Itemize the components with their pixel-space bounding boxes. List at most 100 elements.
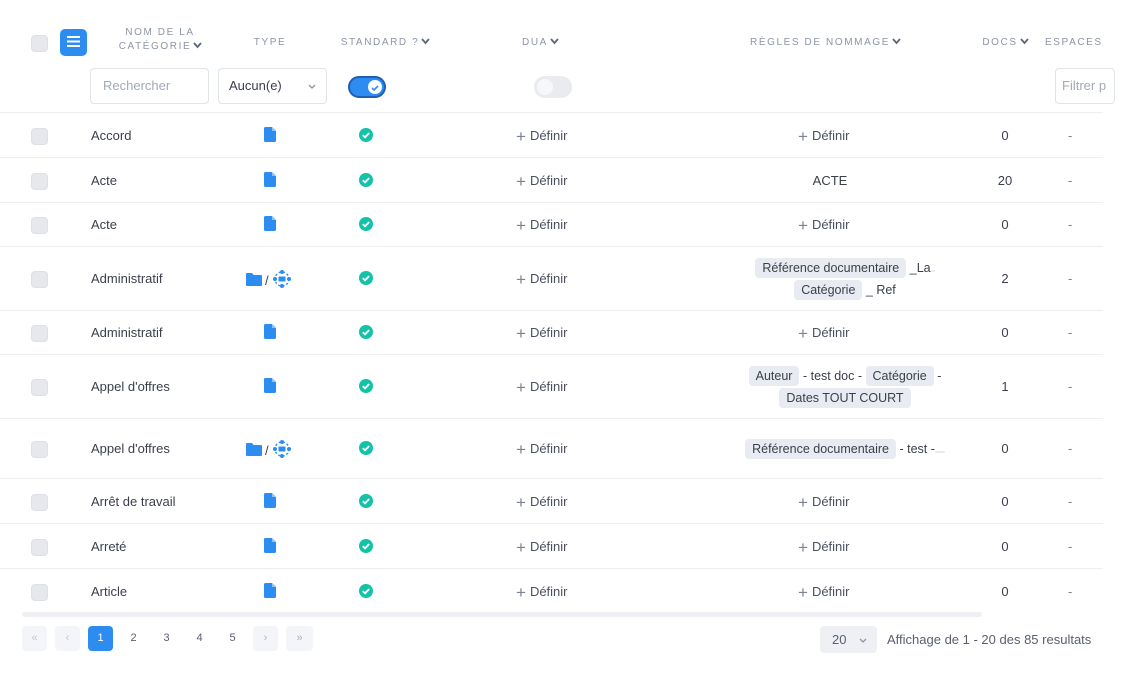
structure-icon: [272, 439, 292, 462]
check-icon: [359, 379, 373, 396]
spaces-value: -: [1068, 583, 1073, 599]
table-row[interactable]: Administratif + Définir + Définir 0 -: [0, 310, 1103, 355]
row-checkbox[interactable]: [31, 379, 48, 396]
page-5-button[interactable]: 5: [220, 626, 245, 651]
row-checkbox[interactable]: [31, 583, 48, 601]
column-header-type: TYPE: [253, 37, 287, 48]
spaces-value: -: [1068, 538, 1073, 554]
define-rule-button[interactable]: + Définir: [798, 127, 850, 147]
docs-count: 0: [1001, 217, 1009, 232]
row-checkbox[interactable]: [31, 493, 48, 511]
table-row[interactable]: Acte + Définir + Définir 0-: [0, 202, 1103, 247]
first-page-button[interactable]: «: [22, 626, 47, 651]
docs-count: 20: [997, 172, 1013, 188]
define-dua-button[interactable]: + Définir: [516, 324, 568, 344]
search-input[interactable]: Rechercher: [90, 68, 209, 104]
spaces-filter-input[interactable]: Filtrer p: [1055, 68, 1115, 104]
table-row[interactable]: Arreté + Définir + Définir 0-: [0, 523, 1103, 569]
column-header-dua-label: DUA: [522, 37, 548, 48]
column-menu-button[interactable]: [60, 29, 87, 56]
define-dua-button[interactable]: + Définir: [516, 216, 568, 236]
column-header-name-line2: CATÉGORIE: [118, 41, 192, 52]
category-name: Administratif: [91, 271, 163, 286]
define-rule-button[interactable]: + Définir: [798, 324, 850, 344]
category-name: Arrêt de travail: [91, 493, 176, 509]
table-row[interactable]: Acte + Définir ACTE 20 -: [0, 157, 1103, 203]
table-row[interactable]: Appel d'offres / + Définir Référence docum…: [0, 418, 1103, 479]
check-icon: [359, 325, 373, 342]
type-cell: /: [246, 439, 292, 462]
row-checkbox[interactable]: [31, 325, 48, 342]
chevron-down-icon: [193, 42, 202, 50]
plus-icon: +: [516, 582, 526, 602]
plus-icon: +: [516, 537, 526, 557]
column-header-docs[interactable]: DOCS: [975, 36, 1035, 50]
define-dua-button[interactable]: + Définir: [516, 583, 568, 603]
row-checkbox[interactable]: [31, 441, 48, 458]
define-dua-button[interactable]: + Définir: [516, 538, 568, 558]
horizontal-scrollbar[interactable]: [22, 612, 982, 617]
define-dua-button[interactable]: + Définir: [516, 493, 568, 513]
last-page-button[interactable]: »: [286, 626, 313, 651]
define-dua-button[interactable]: + Définir: [516, 172, 568, 192]
prev-page-button[interactable]: ‹: [55, 626, 80, 651]
define-rule-button[interactable]: + Définir: [798, 538, 850, 558]
per-page-value: 20: [832, 632, 847, 647]
rule-tag: Référence documentaire: [745, 439, 896, 459]
table-row[interactable]: Article + Définir + Définir 0-: [0, 568, 1103, 614]
table-row[interactable]: Arrêt de travail + Définir + Définir 0-: [0, 478, 1103, 524]
define-rule-button[interactable]: + Définir: [798, 216, 850, 236]
check-icon: [359, 493, 373, 511]
define-rule-button[interactable]: + Définir: [798, 583, 850, 603]
row-checkbox[interactable]: [31, 172, 48, 190]
define-dua-button[interactable]: + Définir: [516, 440, 568, 460]
standard-toggle[interactable]: [348, 76, 386, 98]
spaces-value: -: [1068, 172, 1073, 188]
rule-separator: - test doc -: [802, 369, 863, 383]
file-icon: [264, 171, 276, 190]
folder-icon: [246, 272, 262, 289]
table-row[interactable]: Administratif / + Définir Référence docume…: [0, 246, 1103, 311]
table-row[interactable]: Appel d'offres + Définir Auteur - test doc …: [0, 354, 1103, 419]
per-page-select[interactable]: 20: [820, 626, 877, 653]
plus-icon: +: [516, 378, 526, 397]
select-all-checkbox[interactable]: [31, 35, 48, 52]
spaces-value: -: [1068, 325, 1073, 340]
spaces-value: -: [1068, 217, 1073, 232]
plus-icon: +: [798, 582, 808, 602]
docs-count: 0: [1001, 583, 1009, 599]
structure-icon: [272, 269, 292, 292]
docs-count: 0: [1001, 538, 1009, 554]
table-row[interactable]: Accord + Définir + Définir 0-: [0, 112, 1103, 158]
naming-rule: Référence documentaire - test -: [680, 438, 1010, 460]
page-1-button[interactable]: 1: [88, 626, 113, 651]
row-checkbox[interactable]: [31, 217, 48, 234]
plus-icon: +: [798, 216, 808, 235]
column-header-rules-label: RÈGLES DE NOMMAGE: [750, 37, 890, 48]
column-header-name[interactable]: NOM DE LA CATÉGORIE: [110, 26, 210, 54]
naming-rule: Référence documentaire _La Catégorie _ R…: [680, 257, 1010, 301]
define-rule-label: Définir: [811, 538, 850, 554]
rule-tag: Catégorie: [794, 280, 863, 300]
docs-count: 0: [1001, 325, 1009, 340]
define-dua-label: Définir: [529, 379, 568, 394]
page-2-button[interactable]: 2: [121, 626, 146, 651]
row-checkbox[interactable]: [31, 538, 48, 556]
define-dua-button[interactable]: + Définir: [516, 127, 568, 147]
row-checkbox[interactable]: [31, 127, 48, 145]
category-name: Appel d'offres: [91, 441, 170, 456]
row-checkbox[interactable]: [31, 271, 48, 288]
define-dua-button[interactable]: + Définir: [516, 270, 568, 290]
column-header-dua[interactable]: DUA: [515, 36, 565, 50]
column-header-rules[interactable]: RÈGLES DE NOMMAGE: [740, 36, 910, 50]
define-dua-button[interactable]: + Définir: [516, 378, 568, 398]
category-name: Administratif: [91, 325, 163, 340]
define-dua-label: Définir: [529, 127, 568, 143]
page-3-button[interactable]: 3: [154, 626, 179, 651]
next-page-button[interactable]: ›: [253, 626, 278, 651]
define-rule-button[interactable]: + Définir: [798, 493, 850, 513]
type-select[interactable]: Aucun(e): [218, 68, 327, 104]
column-header-standard[interactable]: STANDARD ?: [330, 36, 440, 50]
dua-toggle[interactable]: [534, 76, 572, 98]
page-4-button[interactable]: 4: [187, 626, 212, 651]
